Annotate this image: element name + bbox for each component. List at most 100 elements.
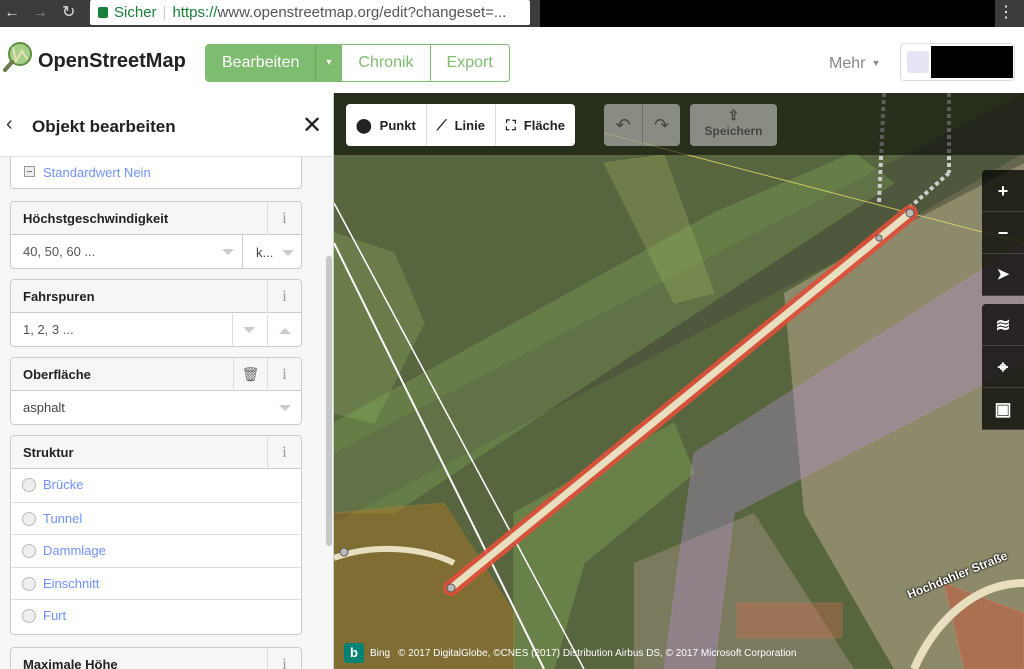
secure-label: Sicher — [114, 4, 157, 21]
structure-field: Struktur i Brücke Tunnel Dammlage Einschn… — [10, 435, 302, 635]
edit-button[interactable]: Bearbeiten — [206, 45, 316, 81]
increment-arrow-icon[interactable] — [279, 328, 291, 334]
map-canvas[interactable]: Hochdahler Straße ⬤ Punkt ⟋ Linie ⛶ Fläche … — [334, 93, 1024, 669]
info-icon[interactable]: i — [267, 436, 301, 469]
back-chevron-icon[interactable]: ‹ — [6, 113, 13, 136]
edit-button-group: Bearbeiten ▾ Chronik Export — [205, 44, 510, 82]
radio-icon — [22, 544, 36, 558]
more-caret-icon: ▼ — [871, 58, 881, 68]
field-label: Höchstgeschwindigkeit — [23, 211, 169, 226]
field-label: Struktur — [23, 445, 74, 460]
trash-icon[interactable]: 🗑 — [233, 358, 267, 391]
info-icon[interactable]: i — [267, 280, 301, 313]
sidebar-scrollbar[interactable] — [326, 256, 332, 546]
dropdown-arrow-icon — [282, 250, 294, 256]
reload-icon[interactable]: ↻ — [62, 2, 75, 24]
field-label: Fahrspuren — [23, 289, 95, 304]
user-menu[interactable] — [900, 43, 1015, 81]
checkbox-label[interactable]: Standardwert Nein — [43, 165, 151, 180]
field-label: Oberfläche — [23, 367, 91, 382]
unit-value: k... — [256, 245, 274, 260]
info-icon[interactable]: i — [267, 202, 301, 235]
redacted-username — [931, 46, 1013, 78]
redacted-area — [540, 0, 995, 27]
surface-value: asphalt — [23, 400, 65, 415]
site-title[interactable]: OpenStreetMap — [38, 50, 186, 73]
lanes-placeholder: 1, 2, 3 ... — [23, 322, 74, 337]
surface-combo[interactable]: asphalt — [11, 391, 301, 424]
url-text: www.openstreetmap.org/edit?changeset=... — [217, 4, 507, 21]
maxspeed-input[interactable]: 40, 50, 60 ... — [11, 235, 243, 268]
back-arrow-icon[interactable]: ← — [4, 2, 20, 24]
map-controls: + − ➤ ≋ ⌖ ▣ — [982, 170, 1024, 430]
layers-icon[interactable]: ≋ — [982, 304, 1024, 346]
history-tab[interactable]: Chronik — [341, 45, 430, 81]
maxspeed-field: Höchstgeschwindigkeit i 40, 50, 60 ... k.… — [10, 201, 302, 269]
zoom-in-icon[interactable]: + — [982, 170, 1024, 212]
maxspeed-unit-select[interactable]: k... — [244, 236, 302, 269]
geolocate-icon[interactable]: ➤ — [982, 254, 1024, 296]
address-separator: | — [162, 4, 167, 21]
lanes-input[interactable]: 1, 2, 3 ... — [11, 313, 267, 346]
line-icon: ⟋ — [436, 116, 447, 133]
help-icon[interactable]: ▣ — [982, 388, 1024, 430]
address-bar[interactable]: Sicher | https://www.openstreetmap.org/edi… — [90, 0, 530, 25]
close-icon[interactable]: ✕ — [302, 111, 322, 140]
osm-logo-icon[interactable] — [2, 41, 34, 73]
add-area-button[interactable]: ⛶ Fläche — [494, 104, 575, 146]
browser-menu-icon[interactable]: ⋮ — [998, 3, 1014, 23]
radio-option-tunnel[interactable]: Tunnel — [11, 501, 301, 535]
add-point-button[interactable]: ⬤ Punkt — [346, 104, 426, 146]
option-label: Einschnitt — [43, 575, 100, 591]
decrement-arrow-icon[interactable] — [243, 327, 255, 333]
area-icon: ⛶ — [505, 116, 516, 133]
radio-icon — [22, 576, 36, 591]
export-tab[interactable]: Export — [429, 45, 509, 81]
mode-label: Linie — [454, 117, 485, 133]
undo-icon[interactable]: ↶ — [604, 104, 642, 146]
info-icon[interactable]: i — [267, 358, 301, 391]
attribution-text[interactable]: © 2017 DigitalGlobe, ©CNES (2017) Distri… — [398, 648, 796, 659]
stepper-divider — [232, 314, 233, 347]
structure-options: Brücke Tunnel Dammlage Einschnitt Furt — [11, 469, 301, 632]
inspector-header: ‹ Objekt bearbeiten ✕ — [0, 93, 333, 157]
forward-arrow-icon[interactable]: → — [32, 2, 48, 24]
maxspeed-placeholder: 40, 50, 60 ... — [23, 244, 96, 259]
redo-icon[interactable]: ↷ — [642, 104, 680, 146]
bing-label: Bing — [370, 647, 391, 659]
stepper-divider — [267, 314, 268, 347]
mode-label: Fläche — [523, 117, 565, 133]
bing-logo-icon[interactable]: b — [344, 643, 364, 663]
option-label: Furt — [43, 608, 67, 623]
option-label: Tunnel — [43, 510, 83, 526]
surface-field: Oberfläche 🗑 i asphalt — [10, 357, 302, 425]
map-data-icon[interactable]: ⌖ — [982, 346, 1024, 388]
option-label: Dammlage — [43, 543, 106, 558]
info-icon[interactable]: i — [267, 648, 301, 669]
zoom-out-icon[interactable]: − — [982, 212, 1024, 254]
more-menu[interactable]: Mehr ▼ — [829, 55, 880, 73]
mode-label: Punkt — [379, 117, 416, 133]
edit-dropdown-caret-icon[interactable]: ▾ — [315, 45, 342, 81]
radio-option-bridge[interactable]: Brücke — [11, 469, 301, 502]
save-button[interactable]: ⇪ Speichern — [690, 104, 777, 146]
inspector-sidebar: ‹ Objekt bearbeiten ✕ Standardwert Nein … — [0, 93, 334, 669]
upload-icon: ⇪ — [727, 107, 740, 123]
imagery-attribution: b Bing © 2017 DigitalGlobe, ©CNES (2017)… — [344, 643, 796, 663]
pin-icon: ⬤ — [356, 116, 372, 133]
checkbox-icon[interactable] — [24, 166, 35, 177]
option-label: Brücke — [43, 477, 84, 492]
default-checkbox-field: Standardwert Nein — [10, 157, 302, 189]
radio-option-ford[interactable]: Furt — [11, 599, 301, 632]
avatar — [907, 51, 929, 73]
lock-icon — [98, 7, 108, 18]
radio-option-cutting[interactable]: Einschnitt — [11, 566, 301, 600]
radio-option-embankment[interactable]: Dammlage — [11, 534, 301, 567]
save-label: Speichern — [704, 124, 763, 138]
radio-icon — [22, 609, 36, 623]
url-scheme: https:// — [172, 4, 218, 21]
add-line-button[interactable]: ⟋ Linie — [425, 104, 495, 146]
maxheight-field: Maximale Höhe i — [10, 647, 302, 669]
radio-icon — [22, 511, 36, 526]
radio-icon — [22, 478, 36, 492]
